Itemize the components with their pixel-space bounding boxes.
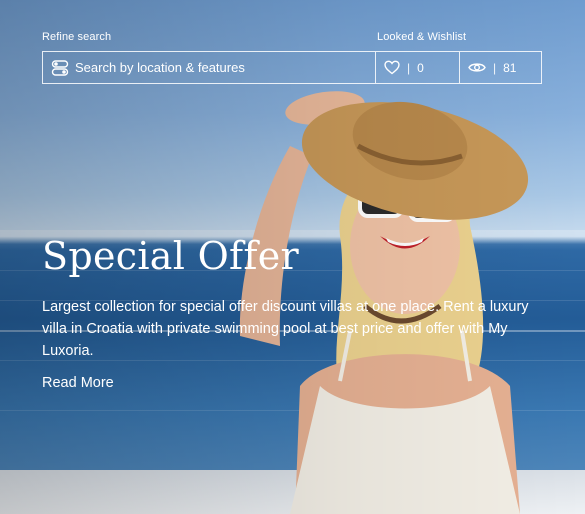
wishlist-button[interactable]: | 0 — [376, 52, 460, 83]
refine-search-label: Refine search — [42, 31, 112, 43]
views-separator: | — [493, 60, 497, 75]
hero-banner: Refine search Looked & Wishlist Search b… — [0, 0, 585, 514]
wishlist-separator: | — [407, 60, 411, 75]
read-more-link[interactable]: Read More — [42, 375, 114, 391]
filter-toggle-icon[interactable] — [51, 59, 69, 77]
eye-icon[interactable] — [468, 61, 486, 74]
viewed-button[interactable]: | 81 — [460, 52, 541, 83]
wishlist-count: 0 — [417, 60, 424, 75]
views-count: 81 — [503, 60, 517, 75]
hero-description: Largest collection for special offer dis… — [42, 299, 529, 359]
looked-wishlist-label: Looked & Wishlist — [377, 31, 467, 43]
search-placeholder[interactable]: Search by location & features — [75, 60, 245, 75]
search-input[interactable]: Search by location & features — [43, 52, 376, 83]
search-bar: Search by location & features | 0 | 81 — [42, 51, 542, 84]
hero-title: Special Offer — [42, 234, 300, 278]
heart-icon[interactable] — [384, 60, 400, 75]
